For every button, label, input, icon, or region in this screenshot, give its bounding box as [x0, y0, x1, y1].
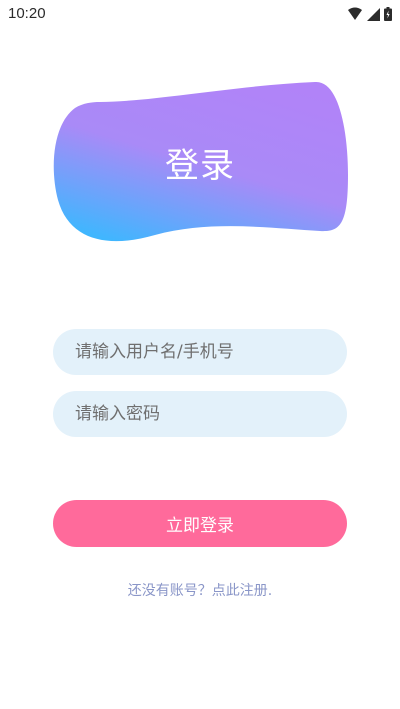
status-time: 10:20: [8, 5, 46, 22]
page-title: 登录: [165, 146, 235, 186]
signal-icon: [367, 6, 380, 25]
login-button[interactable]: 立即登录: [53, 500, 347, 547]
username-input[interactable]: [53, 329, 347, 375]
status-bar: 10:20: [0, 0, 400, 28]
password-field[interactable]: [53, 391, 347, 437]
register-link[interactable]: 还没有账号？点此注册.: [0, 580, 400, 600]
battery-icon: [384, 6, 392, 25]
wifi-icon: [347, 6, 363, 25]
hero-banner: 登录: [50, 80, 350, 245]
password-input[interactable]: [53, 391, 347, 437]
status-icons: [347, 6, 392, 25]
username-field[interactable]: [53, 329, 347, 375]
